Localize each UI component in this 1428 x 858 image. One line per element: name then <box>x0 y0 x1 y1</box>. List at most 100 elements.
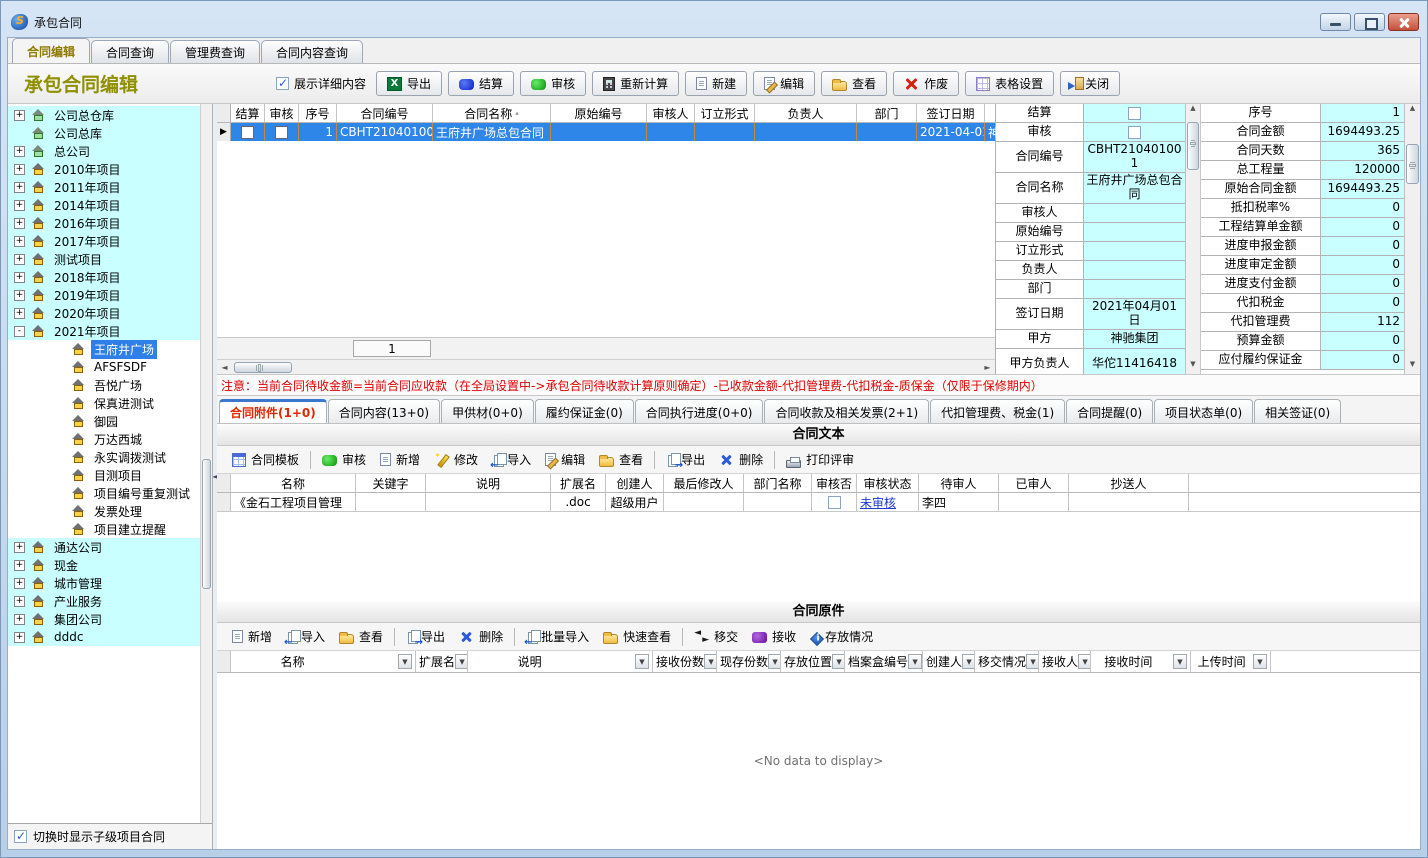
show-detail-checkbox-box[interactable] <box>276 77 289 90</box>
column-header-扩展名[interactable]: 扩展名▼ <box>416 651 468 672</box>
column-header-审核人[interactable]: 审核人 <box>647 104 695 122</box>
tab-合同内容查询[interactable]: 合同内容查询 <box>261 40 363 63</box>
column-header-关键字[interactable]: 关键字 <box>356 474 426 492</box>
column-header-序号[interactable]: 序号 <box>299 104 337 122</box>
maximize-button[interactable] <box>1354 13 1385 31</box>
expand-icon[interactable]: + <box>14 164 25 175</box>
detail-value[interactable] <box>1084 104 1185 122</box>
section-tab-合同执行进度(0+0)[interactable]: 合同执行进度(0+0) <box>635 399 764 423</box>
expand-icon[interactable]: + <box>14 218 25 229</box>
expand-icon[interactable]: + <box>14 236 25 247</box>
filter-dropdown-icon[interactable]: ▼ <box>1253 654 1267 669</box>
section-tab-项目状态单(0)[interactable]: 项目状态单(0) <box>1154 399 1253 423</box>
column-header-上传时间[interactable]: 上传时间▼ <box>1191 651 1271 672</box>
删除-button[interactable]: 删除 <box>712 449 770 470</box>
快速查看-button[interactable]: 快速查看 <box>596 626 678 647</box>
tree-item-测试项目[interactable]: +测试项目 <box>8 250 212 268</box>
tree-item-项目建立提醒[interactable]: +项目建立提醒 <box>8 520 212 538</box>
修改-button[interactable]: 修改 <box>427 449 485 470</box>
expand-icon[interactable]: + <box>14 308 25 319</box>
column-header-部门[interactable]: 部门 <box>857 104 917 122</box>
column-header-扩展名[interactable]: 扩展名 <box>551 474 606 492</box>
tree-item-现金[interactable]: +现金 <box>8 556 212 574</box>
批量导入-button[interactable]: 批量导入 <box>519 626 596 647</box>
expand-icon[interactable]: + <box>14 596 25 607</box>
tree-item-2021年项目[interactable]: -2021年项目 <box>8 322 212 340</box>
section-tab-合同提醒(0)[interactable]: 合同提醒(0) <box>1066 399 1153 423</box>
expand-icon[interactable]: + <box>14 146 25 157</box>
结算-checkbox[interactable] <box>1128 107 1141 120</box>
expand-icon[interactable]: + <box>14 632 25 643</box>
tab-合同查询[interactable]: 合同查询 <box>91 40 169 63</box>
close-button[interactable] <box>1388 13 1419 31</box>
sidebar-scrollbar-thumb[interactable] <box>202 459 211 589</box>
审核-button[interactable]: 审核 <box>315 449 373 470</box>
tab-管理费查询[interactable]: 管理费查询 <box>170 40 260 63</box>
tree-item-永实调拨测试[interactable]: +永实调拨测试 <box>8 448 212 466</box>
filter-dropdown-icon[interactable]: ▼ <box>1173 654 1187 669</box>
表格设置-button[interactable]: 表格设置 <box>965 71 1054 96</box>
expand-icon[interactable]: + <box>14 290 25 301</box>
show-children-checkbox[interactable] <box>14 830 27 843</box>
column-header-审核状态[interactable]: 审核状态 <box>857 474 919 492</box>
column-header-创建人[interactable]: 创建人▼ <box>923 651 975 672</box>
tree-item-2010年项目[interactable]: +2010年项目 <box>8 160 212 178</box>
tree-item-总公司[interactable]: +总公司 <box>8 142 212 160</box>
column-header-档案盒编号[interactable]: 档案盒编号▼ <box>845 651 923 672</box>
audit-checkbox[interactable] <box>265 123 299 141</box>
section-tab-合同附件(1+0)[interactable]: 合同附件(1+0) <box>219 399 327 423</box>
detail-right-scroll-down[interactable]: ▼ <box>1405 360 1420 374</box>
column-header-移交情况[interactable]: 移交情况▼ <box>975 651 1039 672</box>
存放情况-button[interactable]: 存放情况 <box>803 626 880 647</box>
expand-icon[interactable]: + <box>14 200 25 211</box>
column-header-合同编号[interactable]: 合同编号 <box>337 104 433 122</box>
expand-icon[interactable]: + <box>14 254 25 265</box>
编辑-button[interactable]: 编辑 <box>538 449 592 470</box>
tab-合同编辑[interactable]: 合同编辑 <box>12 38 90 63</box>
contract-text-grid-row[interactable]: 《金石工程项目管理.doc超级用户未审核李四 <box>217 493 1420 512</box>
filter-dropdown-icon[interactable]: ▼ <box>398 654 412 669</box>
section-tab-合同内容(13+0)[interactable]: 合同内容(13+0) <box>328 399 440 423</box>
filter-dropdown-icon[interactable]: ▼ <box>908 654 922 669</box>
tree-item-发票处理[interactable]: +发票处理 <box>8 502 212 520</box>
合同模板-button[interactable]: 合同模板 <box>225 449 306 470</box>
查看-button[interactable]: 查看 <box>332 626 390 647</box>
minimize-button[interactable] <box>1320 13 1351 31</box>
contracts-grid-selected-row[interactable]: ▶1CBHT210401001王府井广场总包合同2021-04-01神驰 <box>217 123 995 141</box>
column-header-签订日期[interactable]: 签订日期 <box>917 104 985 122</box>
编辑-button[interactable]: 编辑 <box>753 71 815 96</box>
column-header-名称[interactable]: 名称 <box>231 474 356 492</box>
tree-item-通达公司[interactable]: +通达公司 <box>8 538 212 556</box>
audit-checkbox-box[interactable] <box>275 126 288 139</box>
filter-dropdown-icon[interactable]: ▼ <box>768 654 781 669</box>
新建-button[interactable]: 新建 <box>685 71 747 96</box>
column-header-现存份数[interactable]: 现存份数▼ <box>717 651 781 672</box>
tree-item-目测项目[interactable]: +目测项目 <box>8 466 212 484</box>
detail-right-scroll-thumb[interactable] <box>1406 144 1419 184</box>
tree-item-2011年项目[interactable]: +2011年项目 <box>8 178 212 196</box>
column-header-名称[interactable]: 名称▼ <box>231 651 416 672</box>
column-header-抄送人[interactable]: 抄送人 <box>1069 474 1189 492</box>
tree-item-公司总库[interactable]: +公司总库 <box>8 124 212 142</box>
column-header-待审人[interactable]: 待审人 <box>919 474 999 492</box>
tree-item-保真进测试[interactable]: +保真进测试 <box>8 394 212 412</box>
新增-button[interactable]: 新增 <box>225 626 279 647</box>
collapse-icon[interactable]: - <box>14 326 25 337</box>
contracts-grid-hscrollbar[interactable]: ◄ ► <box>217 359 995 374</box>
查看-button[interactable]: 查看 <box>821 71 887 96</box>
column-header-存放位置[interactable]: 存放位置▼ <box>781 651 845 672</box>
expand-icon[interactable]: + <box>14 542 25 553</box>
audit-checkbox[interactable] <box>812 493 857 511</box>
tree-item-项目编号重复测试[interactable]: +项目编号重复测试 <box>8 484 212 502</box>
tree-item-AFSFSDF[interactable]: +AFSFSDF <box>8 358 212 376</box>
detail-left-scroll-up[interactable]: ▲ <box>1186 104 1200 118</box>
sidebar-scrollbar[interactable] <box>200 104 212 823</box>
filter-dropdown-icon[interactable]: ▼ <box>635 654 649 669</box>
tree-item-吾悦广场[interactable]: +吾悦广场 <box>8 376 212 394</box>
导出-button[interactable]: 导出 <box>376 71 442 96</box>
tree-item-2019年项目[interactable]: +2019年项目 <box>8 286 212 304</box>
column-header-接收份数[interactable]: 接收份数▼ <box>653 651 717 672</box>
expand-icon[interactable]: + <box>14 272 25 283</box>
show-detail-checkbox[interactable]: 展示详细内容 <box>276 75 366 92</box>
detail-value[interactable] <box>1084 123 1185 141</box>
